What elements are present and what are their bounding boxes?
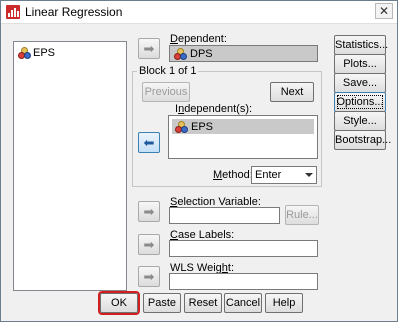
method-select[interactable]: Enter: [251, 166, 317, 184]
method-value: Enter: [255, 169, 282, 181]
scale-variable-icon: [175, 120, 188, 133]
previous-button[interactable]: Previous: [142, 82, 190, 102]
save-button[interactable]: Save...: [334, 73, 386, 93]
style-button[interactable]: Style...: [334, 111, 386, 131]
cancel-button[interactable]: Cancel: [224, 293, 262, 313]
spss-app-icon: [6, 5, 20, 19]
list-item-label: EPS: [33, 47, 56, 59]
dependent-label: Dependent:: [170, 33, 227, 45]
method-label: Method:: [213, 169, 253, 181]
next-button[interactable]: Next: [270, 82, 314, 102]
dependent-value: DPS: [190, 47, 213, 60]
bootstrap-button[interactable]: Bootstrap...: [334, 130, 391, 150]
scale-variable-icon: [18, 47, 31, 59]
chevron-down-icon: [305, 173, 313, 177]
move-selection-arrow-icon[interactable]: ➡: [138, 201, 160, 222]
plots-button[interactable]: Plots...: [334, 54, 386, 74]
close-icon[interactable]: ✕: [375, 3, 393, 19]
help-button[interactable]: Help: [265, 293, 303, 313]
options-button[interactable]: Options...: [334, 92, 386, 112]
list-item[interactable]: EPS: [172, 119, 314, 134]
independent-label: Independent(s):: [175, 103, 253, 115]
scale-variable-icon: [174, 47, 187, 60]
window-title: Linear Regression: [25, 5, 123, 19]
move-independent-arrow-icon[interactable]: ⬅: [138, 132, 160, 153]
rule-button[interactable]: Rule...: [285, 205, 319, 225]
linear-regression-dialog: Linear Regression ✕ EPS Dependent: ➡ DPS…: [0, 0, 398, 322]
wls-weight-field[interactable]: [169, 273, 318, 290]
move-dependent-arrow-icon[interactable]: ➡: [138, 38, 160, 59]
move-wls-arrow-icon[interactable]: ➡: [138, 266, 160, 287]
list-item-label: EPS: [191, 120, 214, 133]
source-variable-list[interactable]: EPS: [13, 41, 127, 291]
dependent-field[interactable]: DPS: [169, 45, 318, 62]
title-bar[interactable]: Linear Regression ✕: [1, 1, 397, 24]
independent-list[interactable]: EPS: [168, 115, 318, 159]
statistics-button[interactable]: Statistics...: [334, 35, 388, 55]
move-case-labels-arrow-icon[interactable]: ➡: [138, 234, 160, 255]
paste-button[interactable]: Paste: [143, 293, 181, 313]
list-item[interactable]: EPS: [18, 46, 55, 60]
case-labels-field[interactable]: [169, 240, 318, 257]
selection-variable-field[interactable]: [169, 207, 280, 224]
reset-button[interactable]: Reset: [184, 293, 222, 313]
block-title: Block 1 of 1: [137, 65, 199, 77]
ok-button[interactable]: OK: [100, 293, 138, 313]
